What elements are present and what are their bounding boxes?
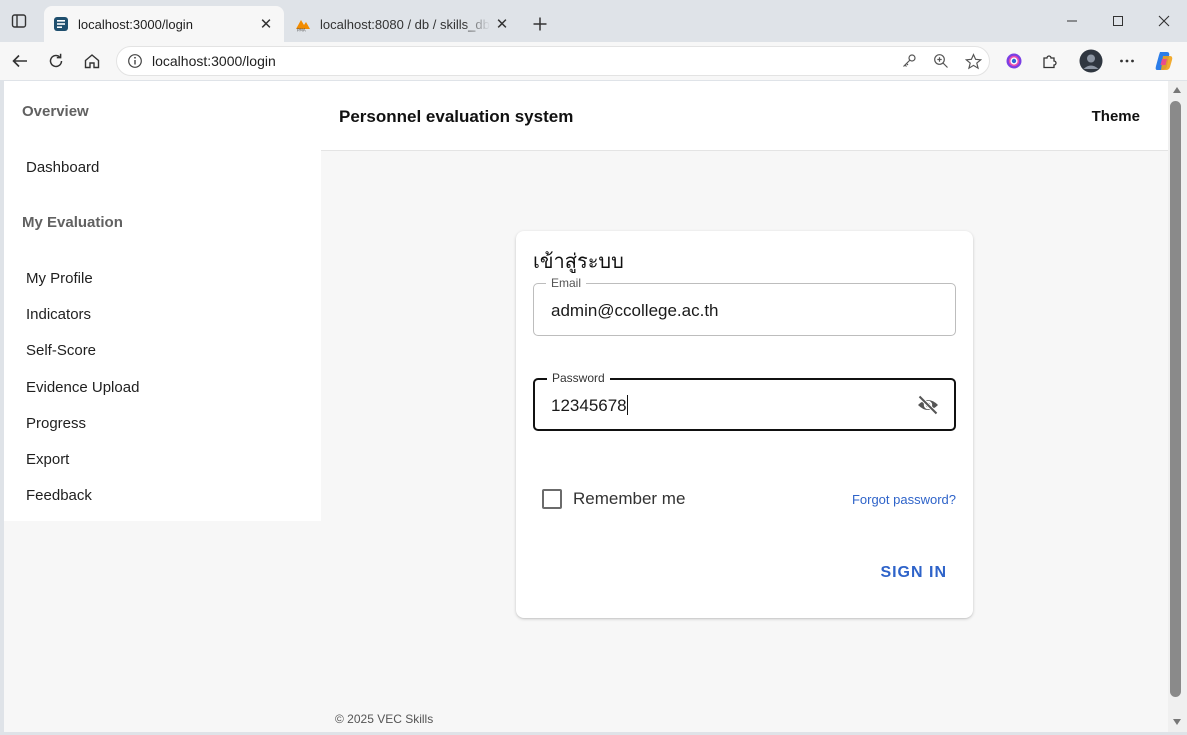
profile-avatar-icon[interactable]	[1077, 48, 1105, 74]
close-tab-icon[interactable]: ✕	[254, 12, 278, 36]
text-caret	[626, 395, 628, 415]
zoom-icon[interactable]	[925, 48, 957, 74]
browser-toolbar: localhost:3000/login	[0, 42, 1187, 80]
email-input[interactable]: admin@ccollege.ac.th	[551, 301, 719, 321]
phpmyadmin-icon: PMA	[295, 16, 311, 32]
scroll-down-arrow-icon[interactable]	[1173, 719, 1181, 725]
sidebar-item-feedback[interactable]: Feedback	[26, 487, 92, 504]
scroll-thumb[interactable]	[1170, 101, 1181, 697]
sidebar-item-dashboard[interactable]: Dashboard	[26, 159, 99, 176]
visibility-off-icon[interactable]	[915, 393, 941, 417]
sidebar-item-progress[interactable]: Progress	[26, 415, 86, 432]
browser-tab-phpmyadmin[interactable]: PMA localhost:8080 / db / skills_db | ph…	[286, 6, 520, 42]
sidebar-heading-my-evaluation: My Evaluation	[22, 214, 123, 231]
web-page: Overview Dashboard My Evaluation My Prof…	[4, 81, 1168, 732]
site-info-icon[interactable]	[120, 53, 150, 69]
password-field[interactable]: Password 12345678	[533, 371, 956, 431]
remember-me-label: Remember me	[573, 489, 686, 508]
remember-me[interactable]: Remember me	[542, 489, 685, 509]
address-bar[interactable]: localhost:3000/login	[116, 46, 990, 76]
copilot-icon[interactable]	[1150, 48, 1178, 74]
browser-tab-login[interactable]: localhost:3000/login ✕	[44, 6, 284, 42]
key-icon[interactable]	[893, 48, 925, 74]
sign-in-button[interactable]: SIGN IN	[880, 564, 947, 582]
app-header: Personnel evaluation system Theme	[321, 81, 1168, 151]
tab-title: localhost:3000/login	[78, 16, 193, 32]
theme-button[interactable]: Theme	[1092, 108, 1140, 125]
sidebar-item-export[interactable]: Export	[26, 451, 69, 468]
home-icon[interactable]	[78, 48, 106, 74]
favorite-star-icon[interactable]	[957, 48, 989, 74]
login-card: เข้าสู่ระบบ Email admin@ccollege.ac.th P…	[516, 231, 973, 618]
sidebar-heading-overview: Overview	[22, 103, 89, 120]
page-footer: © 2025 VEC Skills	[335, 712, 434, 726]
close-tab-icon[interactable]: ✕	[490, 12, 514, 36]
page-scrollbar[interactable]	[1168, 81, 1187, 732]
back-icon[interactable]	[6, 48, 34, 74]
password-value: 12345678	[551, 396, 627, 415]
login-title: เข้าสู่ระบบ	[533, 249, 624, 273]
reload-icon[interactable]	[42, 48, 70, 74]
extension-colorful-icon[interactable]	[1000, 48, 1028, 74]
app-title: Personnel evaluation system	[339, 107, 574, 126]
browser-tab-strip: localhost:3000/login ✕ PMA localhost:808…	[0, 0, 1187, 42]
new-tab-icon[interactable]	[527, 11, 553, 37]
password-label: Password	[547, 371, 610, 385]
password-input[interactable]: 12345678	[551, 395, 628, 416]
sidebar-item-evidence-upload[interactable]: Evidence Upload	[26, 379, 139, 396]
more-menu-icon[interactable]	[1113, 48, 1141, 74]
sidebar: Overview Dashboard My Evaluation My Prof…	[4, 81, 321, 521]
remember-me-checkbox[interactable]	[542, 489, 562, 509]
extensions-puzzle-icon[interactable]	[1036, 48, 1064, 74]
sidebar-item-self-score[interactable]: Self-Score	[26, 342, 96, 359]
email-field[interactable]: Email admin@ccollege.ac.th	[533, 276, 956, 336]
email-label: Email	[546, 276, 587, 290]
minimize-icon[interactable]	[1058, 8, 1086, 34]
sidebar-item-indicators[interactable]: Indicators	[26, 306, 91, 323]
tab-actions-icon[interactable]	[8, 10, 30, 32]
tab-title: localhost:8080 / db / skills_db | phpMyA…	[320, 16, 490, 32]
address-url: localhost:3000/login	[152, 53, 276, 69]
svg-text:PMA: PMA	[297, 28, 306, 33]
scroll-up-arrow-icon[interactable]	[1173, 87, 1181, 93]
document-icon	[53, 16, 69, 32]
sidebar-item-my-profile[interactable]: My Profile	[26, 270, 93, 287]
forgot-password-link[interactable]: Forgot password?	[852, 492, 956, 507]
close-window-icon[interactable]	[1150, 8, 1178, 34]
maximize-icon[interactable]	[1104, 8, 1132, 34]
